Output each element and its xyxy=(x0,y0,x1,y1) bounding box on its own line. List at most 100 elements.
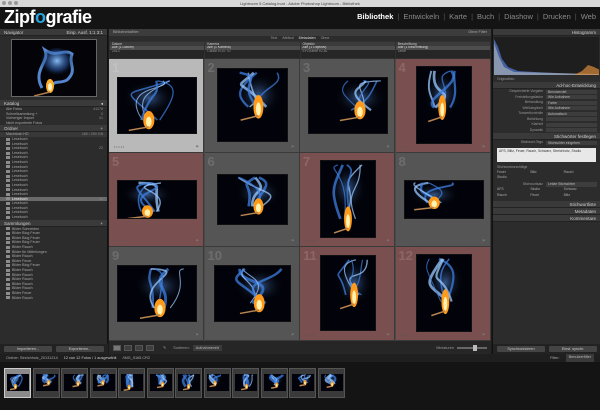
import-button[interactable]: Importieren... xyxy=(4,346,52,352)
photo-thumbnail[interactable] xyxy=(216,174,288,225)
filter-tab-attribut[interactable]: Attribut xyxy=(282,36,293,41)
filmstrip-thumbnail[interactable] xyxy=(175,368,202,398)
keywording-header[interactable]: Stichwörter festlegen xyxy=(493,133,600,140)
folder-item[interactable]: Bilder Rauch xyxy=(0,296,107,301)
metadata-value[interactable]: 2013 xyxy=(110,50,204,54)
flag-icon[interactable]: ⚑ xyxy=(482,238,486,243)
maximize-window-button[interactable] xyxy=(14,1,18,5)
grid-cell[interactable]: 12 • • • • • ⚑ xyxy=(395,247,491,341)
keyword-tag[interactable]: Feuer xyxy=(530,193,562,198)
collections-header[interactable]: Sammlungen + xyxy=(0,219,107,227)
keyword-list-header[interactable]: Stichwortliste xyxy=(493,201,600,209)
close-window-button[interactable] xyxy=(2,1,6,5)
filter-tab-text[interactable]: Text xyxy=(271,36,278,41)
grid-cell[interactable]: 8 • • • • • ⚑ xyxy=(395,153,491,247)
photo-thumbnail[interactable] xyxy=(308,77,388,134)
quick-develop-control[interactable] xyxy=(546,117,597,122)
folders-header[interactable]: Ordner + xyxy=(0,125,107,133)
grid-cell[interactable]: 1 • • • • • ⚑ xyxy=(109,59,204,153)
rating-stars[interactable]: • • • • • xyxy=(305,239,315,243)
keyword-tag[interactable]: Feuer xyxy=(497,170,529,175)
keyword-tags-select[interactable]: Stichwörter eingeben xyxy=(546,140,597,145)
thumbnail-size-slider[interactable] xyxy=(457,344,487,351)
keyword-tag[interactable]: Schwarz xyxy=(564,187,596,192)
keyword-tag[interactable]: Blitz xyxy=(564,193,596,198)
quick-develop-control[interactable]: Benutzerdef. xyxy=(546,89,597,94)
survey-view-button[interactable] xyxy=(146,344,154,351)
grid-view-button[interactable] xyxy=(113,344,121,351)
filter-tab-metadaten[interactable]: Metadaten xyxy=(299,36,316,41)
filmstrip-thumbnail[interactable] xyxy=(260,368,288,398)
module-drucken[interactable]: Drucken xyxy=(543,12,571,21)
keyword-tag[interactable]: Studio xyxy=(497,175,529,180)
rating-stars[interactable]: • • • • • xyxy=(114,239,124,243)
grid-cell[interactable]: 11 • • • • • ⚑ xyxy=(300,247,395,341)
rating-stars[interactable]: • • • • • xyxy=(401,333,411,337)
filmstrip-filter-select[interactable]: Benutzerfilter xyxy=(565,354,594,362)
sort-select[interactable]: Aufnahmezeit xyxy=(192,344,222,351)
keyword-tag[interactable]: Rauch xyxy=(564,170,596,175)
filmstrip-thumbnail[interactable] xyxy=(317,368,345,398)
photo-thumbnail[interactable] xyxy=(415,66,472,144)
flag-icon[interactable]: ⚑ xyxy=(386,238,390,243)
photo-thumbnail[interactable] xyxy=(320,160,376,238)
filmstrip-thumbnail[interactable] xyxy=(203,368,231,398)
photo-thumbnail[interactable] xyxy=(117,265,197,322)
grid-cell[interactable]: 2 • • • • • ⚑ xyxy=(204,59,300,153)
sync-settings-button[interactable]: Einst. synchr. xyxy=(549,346,597,352)
quick-develop-control[interactable] xyxy=(546,122,597,127)
grid-cell[interactable]: 7 • • • • • ⚑ xyxy=(300,153,395,247)
filmstrip-thumbnail[interactable] xyxy=(289,368,316,398)
rating-stars[interactable]: • • • • • xyxy=(305,145,315,149)
flag-icon[interactable]: ⚑ xyxy=(291,238,295,243)
flag-icon[interactable]: ⚑ xyxy=(195,238,199,243)
photo-thumbnail[interactable] xyxy=(320,255,376,331)
quick-develop-control[interactable]: Farbe xyxy=(546,100,597,105)
keyword-tag[interactable]: Rauch xyxy=(497,193,529,198)
spray-can-icon[interactable]: ✎ xyxy=(163,345,166,350)
photo-thumbnail[interactable] xyxy=(213,265,291,322)
catalog-header[interactable]: Katalog ◂ xyxy=(0,100,107,107)
flag-icon[interactable]: ⚑ xyxy=(291,332,295,337)
keyword-set-select[interactable]: Letzte Stichwörter xyxy=(546,182,597,187)
filmstrip-thumbnail[interactable] xyxy=(4,368,31,398)
keyword-field[interactable]: AFS, Blitz, Feuer, Rauch, Schwarz, Strei… xyxy=(497,147,596,162)
grid-cell[interactable]: 9 • • • • • ⚑ xyxy=(109,247,204,341)
photo-thumbnail[interactable] xyxy=(117,180,197,219)
flag-icon[interactable]: ⚑ xyxy=(291,144,295,149)
quick-develop-header[interactable]: Ad-hoc-Entwicklung xyxy=(493,82,600,89)
comments-header[interactable]: Kommentare xyxy=(493,215,600,223)
filmstrip-thumbnail[interactable] xyxy=(89,368,117,398)
export-button[interactable]: Exportieren... xyxy=(56,346,104,352)
rating-stars[interactable]: • • • • • xyxy=(401,145,411,149)
module-karte[interactable]: Karte xyxy=(449,12,467,21)
module-diashow[interactable]: Diashow xyxy=(504,12,533,21)
grid-cell[interactable]: 10 • • • • • ⚑ xyxy=(204,247,300,341)
metadata-header[interactable]: Metadaten xyxy=(493,208,600,216)
module-web[interactable]: Web xyxy=(581,12,596,21)
navigator-preview[interactable] xyxy=(11,39,97,97)
grid-cell[interactable]: 5 • • • • • ⚑ xyxy=(109,153,204,247)
flag-icon[interactable]: ⚑ xyxy=(386,332,390,337)
filmstrip-thumbnail[interactable] xyxy=(146,368,174,398)
rating-stars[interactable]: • • • • • xyxy=(401,239,411,243)
filmstrip-thumbnail[interactable] xyxy=(232,368,259,398)
keyword-tag[interactable]: Blitz xyxy=(530,170,562,175)
quick-develop-control[interactable]: Wie Aufnahme xyxy=(546,95,597,100)
rating-stars[interactable]: • • • • • xyxy=(210,239,220,243)
rating-stars[interactable]: • • • • • xyxy=(210,145,220,149)
sync-metadata-button[interactable]: Synchronisieren xyxy=(497,346,545,352)
metadata-value[interactable]: EF100mm f/2.8L xyxy=(301,50,395,54)
rating-stars[interactable]: • • • • • xyxy=(210,333,220,337)
grid-cell[interactable]: 4 • • • • • ⚑ xyxy=(395,59,491,153)
quick-develop-control[interactable] xyxy=(546,128,597,133)
grid-cell[interactable]: 3 • • • • • ⚑ xyxy=(300,59,395,153)
filmstrip-thumbnail[interactable] xyxy=(61,368,88,398)
rating-stars[interactable]: • • • • • xyxy=(114,333,124,337)
keyword-tag[interactable]: AFS xyxy=(497,187,529,192)
flag-icon[interactable]: ⚑ xyxy=(386,144,390,149)
filter-preset[interactable]: Ohne Filter xyxy=(468,29,487,36)
photo-thumbnail[interactable] xyxy=(403,180,484,219)
loupe-view-button[interactable] xyxy=(124,344,132,351)
rating-stars[interactable]: • • • • • xyxy=(305,333,315,337)
